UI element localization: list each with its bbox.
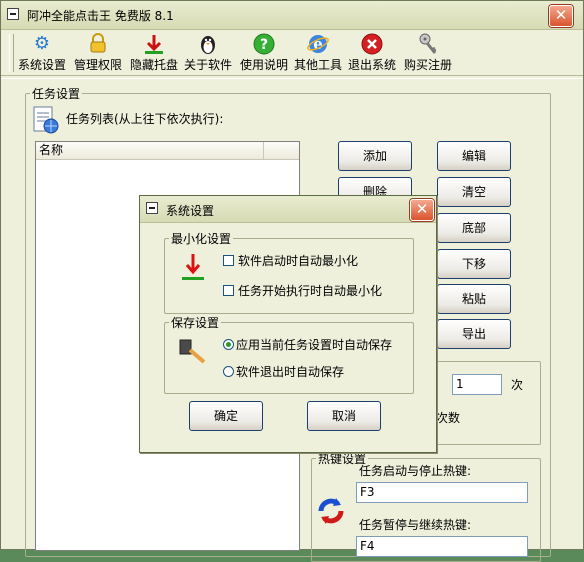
penguin-icon (197, 33, 219, 55)
arrow-down-icon (143, 33, 165, 55)
export-button[interactable]: 导出 (437, 319, 511, 349)
minimize-on-start-checkbox[interactable] (223, 255, 234, 266)
column-name-header[interactable]: 名称 (36, 142, 264, 159)
lock-icon (87, 33, 109, 55)
close-circle-icon (361, 33, 383, 55)
tool-other-tools[interactable]: e 其他工具 (291, 33, 345, 75)
run-count-input[interactable]: 1 (452, 374, 502, 395)
pause-hotkey-input[interactable]: F4 (356, 536, 528, 557)
save-settings-legend: 保存设置 (171, 316, 220, 330)
dialog-title: 系统设置 (166, 204, 215, 218)
tool-label: 管理权限 (73, 58, 122, 72)
tool-manage-permission[interactable]: 管理权限 (71, 33, 125, 75)
svg-text:?: ? (260, 37, 268, 53)
run-count-label: 次数 (436, 411, 461, 425)
paste-button[interactable]: 粘贴 (437, 284, 511, 314)
start-stop-hotkey-label: 任务启动与停止热键: (359, 464, 472, 478)
save-on-apply-label[interactable]: 应用当前任务设置时自动保存 (236, 336, 392, 353)
key-icon (417, 33, 439, 55)
toolbar-separator (1, 75, 583, 79)
tool-help[interactable]: ? 使用说明 (237, 33, 291, 75)
tool-label: 购买注册 (403, 58, 452, 72)
system-menu-icon[interactable] (7, 8, 19, 20)
refresh-icon (315, 495, 347, 530)
tool-register[interactable]: 购买注册 (401, 33, 455, 75)
dialog-close-button[interactable]: ✕ (410, 199, 434, 221)
tool-label: 其他工具 (293, 58, 342, 72)
tool-about[interactable]: 关于软件 (181, 33, 235, 75)
gear-icon: ⚙ (33, 33, 51, 54)
task-list-icon (31, 105, 61, 138)
toolbar-grip (9, 34, 14, 72)
tool-label: 退出系统 (347, 58, 396, 72)
down-button[interactable]: 下移 (437, 249, 511, 279)
task-list-title: 任务列表(从上往下依次执行): (66, 112, 224, 126)
task-list-header: 名称 (36, 142, 299, 160)
window-title: 阿冲全能点击王 免费版 8.1 (27, 9, 174, 23)
minimize-on-start-label[interactable]: 软件启动时自动最小化 (238, 252, 358, 269)
help-icon: ? (253, 33, 275, 55)
ok-button[interactable]: 确定 (189, 401, 263, 431)
minimize-on-run-checkbox[interactable] (223, 285, 234, 296)
add-button[interactable]: 添加 (338, 141, 412, 171)
clear-button[interactable]: 清空 (437, 177, 511, 207)
save-on-exit-label[interactable]: 软件退出时自动保存 (236, 363, 344, 380)
title-bar: 阿冲全能点击王 免费版 8.1 ✕ (1, 1, 583, 30)
minimize-on-run-label[interactable]: 任务开始执行时自动最小化 (238, 282, 382, 299)
dialog-title-bar: 系统设置 ✕ (140, 196, 436, 223)
tool-label: 使用说明 (239, 58, 288, 72)
close-button[interactable]: ✕ (549, 5, 573, 27)
tool-label: 隐藏托盘 (129, 58, 178, 72)
edit-button[interactable]: 编辑 (437, 141, 511, 171)
hammer-icon (176, 336, 208, 369)
pause-hotkey-label: 任务暂停与继续热键: (359, 518, 472, 532)
main-window: 阿冲全能点击王 免费版 8.1 ✕ ⚙ 系统设置 管理权限 隐藏托盘 关于软件 (0, 0, 584, 562)
cancel-button[interactable]: 取消 (307, 401, 381, 431)
tool-exit[interactable]: 退出系统 (345, 33, 399, 75)
tool-hide-tray[interactable]: 隐藏托盘 (127, 33, 181, 75)
save-on-exit-radio[interactable] (223, 366, 234, 377)
system-settings-dialog: 系统设置 ✕ 最小化设置 软件启动时自动最小化 任务开始执行时自动最小化 保存设… (139, 195, 437, 453)
bottom-button[interactable]: 底部 (437, 213, 511, 243)
dialog-system-menu-icon[interactable] (146, 202, 158, 214)
start-stop-hotkey-input[interactable]: F3 (356, 482, 528, 503)
tool-label: 关于软件 (183, 58, 232, 72)
save-on-apply-radio[interactable] (223, 339, 234, 350)
ie-icon: e (307, 33, 329, 55)
run-count-unit: 次 (511, 378, 524, 392)
svg-text:e: e (313, 35, 323, 53)
tool-label: 系统设置 (17, 58, 66, 72)
minimize-arrow-icon (180, 252, 206, 285)
toolbar: ⚙ 系统设置 管理权限 隐藏托盘 关于软件 ? 使用说明 e 其他工具 退出系统… (1, 30, 583, 76)
task-settings-legend: 任务设置 (32, 87, 81, 101)
minimize-settings-legend: 最小化设置 (171, 232, 232, 246)
tool-system-settings[interactable]: ⚙ 系统设置 (15, 33, 69, 75)
